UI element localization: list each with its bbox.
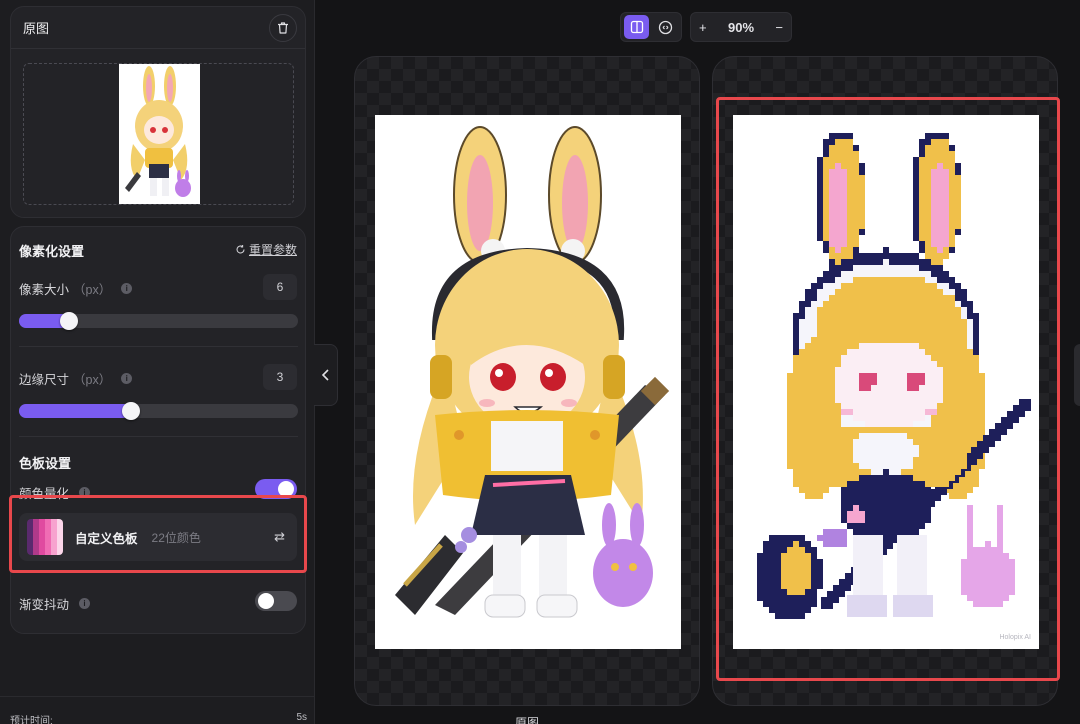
- original-thumbnail: [119, 64, 200, 204]
- palette-settings-title: 色板设置: [19, 456, 72, 471]
- chevron-left-icon: [321, 369, 329, 381]
- divider: [19, 346, 298, 347]
- edge-size-input[interactable]: 3: [263, 364, 297, 390]
- delete-button[interactable]: [269, 13, 297, 42]
- estimated-time-label: 预计时间:: [10, 716, 53, 724]
- pixel-size-input[interactable]: 6: [263, 274, 297, 300]
- divider: [19, 436, 298, 437]
- original-canvas-panel: [354, 56, 700, 706]
- edge-size-text: 边缘尺寸: [19, 373, 70, 387]
- pixel-size-slider-handle[interactable]: [60, 312, 79, 330]
- palette-color-count: 22位颜色: [151, 530, 201, 545]
- pixel-size-text: 像素大小: [19, 283, 70, 297]
- reset-params-label: 重置参数: [248, 243, 297, 257]
- pixel-size-label: 像素大小 （px） i: [19, 279, 133, 298]
- reset-params-button[interactable]: 重置参数: [235, 241, 297, 258]
- collapse-sidebar-button[interactable]: [314, 344, 338, 406]
- split-view-button[interactable]: [624, 15, 649, 39]
- pixel-size-slider[interactable]: [19, 312, 298, 330]
- edge-size-label: 边缘尺寸 （px） i: [19, 369, 133, 388]
- info-icon[interactable]: i: [79, 598, 91, 609]
- color-quantize-toggle[interactable]: [255, 479, 297, 499]
- dither-label: 渐变抖动 i: [19, 594, 91, 613]
- image-dropzone[interactable]: [23, 63, 294, 205]
- dither-text: 渐变抖动: [19, 598, 70, 612]
- info-icon[interactable]: i: [121, 373, 133, 384]
- custom-palette-selector[interactable]: 自定义色板 22位颜色 ⇄: [19, 513, 297, 561]
- edge-size-unit: （px）: [73, 373, 112, 387]
- right-panel-tab[interactable]: [1074, 344, 1080, 406]
- info-icon[interactable]: i: [79, 487, 91, 498]
- pixelate-settings-title: 像素化设置: [19, 244, 85, 259]
- refresh-icon: [236, 245, 245, 254]
- palette-swatch: [27, 519, 63, 555]
- pixelated-canvas-panel: Holopix AI: [712, 56, 1058, 706]
- palette-name: 自定义色板: [75, 531, 138, 546]
- original-image: [375, 115, 681, 649]
- original-panel-label: 原图: [515, 716, 540, 724]
- toggle-knob: [258, 593, 274, 609]
- color-quantize-text: 颜色量化: [19, 487, 70, 501]
- split-view-icon: [630, 20, 643, 34]
- sidebar: 原图 像素化设置 重置参数 像素大小 （px） i 6 边缘尺寸 （px） i …: [0, 0, 315, 724]
- original-image-card: 原图: [10, 6, 306, 218]
- watermark: Holopix AI: [999, 634, 1031, 641]
- color-quantize-label: 颜色量化 i: [19, 483, 91, 502]
- swap-icon[interactable]: ⇄: [274, 529, 285, 545]
- edge-size-slider-handle[interactable]: [121, 402, 140, 420]
- dither-toggle[interactable]: [255, 591, 297, 611]
- edge-size-slider[interactable]: [19, 402, 298, 420]
- zoom-in-button[interactable]: +: [699, 20, 707, 35]
- sync-icon: [658, 20, 673, 34]
- pixelated-image: Holopix AI: [733, 115, 1039, 649]
- compare-view-button[interactable]: [653, 15, 678, 39]
- info-icon[interactable]: i: [121, 283, 133, 294]
- zoom-level: 90%: [727, 19, 755, 35]
- original-card-title: 原图: [23, 21, 50, 36]
- zoom-controls: + 90% −: [690, 12, 792, 42]
- trash-icon: [278, 21, 288, 34]
- view-mode-group: [620, 12, 682, 42]
- estimate-footer: 预计时间: 5s: [0, 696, 315, 724]
- settings-card: 像素化设置 重置参数 像素大小 （px） i 6 边缘尺寸 （px） i 3 色板设…: [10, 226, 306, 634]
- toggle-knob: [278, 481, 294, 497]
- edge-size-slider-fill: [19, 404, 131, 418]
- original-card-header: 原图: [11, 7, 305, 49]
- pixel-size-unit: （px）: [73, 283, 112, 297]
- estimated-time-value: 5s: [296, 712, 307, 723]
- zoom-out-button[interactable]: −: [775, 20, 783, 35]
